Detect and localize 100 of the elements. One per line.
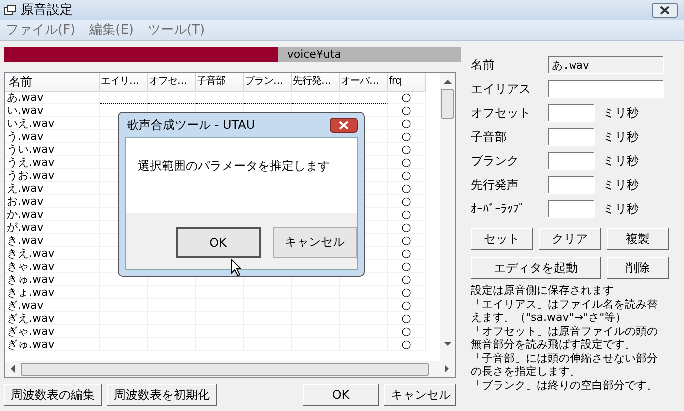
table-cell: ○ [388,247,426,260]
field-label: 名前 [471,56,496,74]
table-cell: ○ [388,143,426,156]
table-cell: ○ [388,169,426,182]
table-row[interactable]: ぎゅ.wav ○ [5,338,440,351]
column-header[interactable]: frq [388,73,426,92]
close-icon[interactable] [652,2,678,18]
field-label: ｵｰﾊﾞｰﾗｯﾌﾟ [471,202,526,216]
column-header[interactable]: オーバ… [340,73,388,92]
unit-label: ミリ秒 [603,152,639,170]
right-arrow-icon[interactable] [445,365,450,373]
help-text: 「オフセット」は原音ファイルの頭の無音部分を読み飛ばす設定です。 [471,325,659,351]
unit-label: ミリ秒 [603,176,639,194]
action-button[interactable]: エディタを起動 [471,257,601,279]
field-label: ブランク [471,152,520,170]
dialog-message: 選択範囲のパラメータを推定します [138,159,330,173]
dialog-button[interactable]: OK [176,227,261,258]
scrollbar-thumb[interactable] [21,362,429,376]
dialog-button[interactable]: キャンセル [272,227,357,258]
dialog-button[interactable]: OK [303,384,379,406]
input-field[interactable] [548,80,664,98]
window-title: 原音設定 [21,2,74,19]
table-cell: ○ [388,182,426,195]
window-icon [4,4,16,16]
action-button[interactable]: 複製 [607,228,669,250]
help-text: 「子音部」には頭の伸縮させない部分の長さを指定します。 [471,352,659,378]
table-row[interactable]: きょ.wav ○ [5,286,440,299]
menu-item[interactable]: ツール(T) [148,21,206,39]
table-cell: うお.wav [5,169,100,182]
table-cell: ○ [388,338,426,351]
table-row[interactable]: ぎ.wav ○ [5,299,440,312]
table-cell: ○ [388,325,426,338]
table-cell: きゃ.wav [5,260,100,273]
menu-item[interactable]: ファイル(F) [6,21,76,39]
table-row[interactable]: ぎゃ.wav ○ [5,325,440,338]
table-cell: いえ.wav [5,117,100,130]
table-cell: ○ [388,117,426,130]
column-header[interactable]: オフセ… [148,73,196,92]
menu-item[interactable]: 編集(E) [90,21,134,39]
table-cell: きえ.wav [5,247,100,260]
column-header[interactable]: 先行発… [292,73,340,92]
input-field[interactable] [548,104,595,122]
field-label: 先行発声 [471,176,520,194]
table-cell: あ.wav [5,91,100,104]
unit-label: ミリ秒 [603,104,639,122]
field-label: オフセット [471,104,532,122]
table-cell: ○ [388,156,426,169]
table-cell: ぎ.wav [5,299,100,312]
table-cell: ○ [388,208,426,221]
field-label: エイリアス [471,80,532,98]
table-cell: き.wav [5,234,100,247]
input-field[interactable] [548,152,595,170]
column-header[interactable]: 子音部 [196,73,244,92]
input-field[interactable] [548,128,595,146]
dialog-title: 歌声合成ツール - UTAU [127,116,256,134]
table-cell: うえ.wav [5,156,100,169]
table-cell: ○ [388,299,426,312]
table-cell: きょ.wav [5,286,100,299]
table-cell: ○ [388,273,426,286]
unit-label: ミリ秒 [603,200,639,218]
action-button[interactable]: 削除 [607,257,669,279]
table-row[interactable]: ぎえ.wav ○ [5,312,440,325]
table-cell: お.wav [5,195,100,208]
help-text: 「エイリアス」はファイル名を読み替えます。（"sa.wav"→"さ"等） [471,298,659,324]
left-arrow-icon[interactable] [10,365,15,373]
path-text: voice¥uta [287,47,342,62]
table-cell: ○ [388,234,426,247]
input-field[interactable] [548,176,595,194]
table-cell: う.wav [5,130,100,143]
column-header[interactable]: 名前 [5,73,100,92]
table-cell: ○ [388,260,426,273]
table-cell: い.wav [5,104,100,117]
action-button[interactable]: セット [471,228,533,250]
column-header[interactable]: ブラン… [244,73,292,92]
table-cell: ○ [388,195,426,208]
field-label: 子音部 [471,128,508,146]
horizontal-scrollbar[interactable] [5,361,455,377]
help-text: 「ブランク」は終りの空白部分です。 [471,379,659,392]
dialog-button[interactable]: 周波数表を初期化 [107,384,217,406]
close-icon[interactable] [330,118,358,132]
table-cell: ○ [388,221,426,234]
down-arrow-icon[interactable] [444,342,452,347]
dialog-button[interactable]: 周波数表の編集 [4,384,102,406]
table-cell: ○ [388,130,426,143]
table-cell: ○ [388,91,426,104]
table-cell: ○ [388,104,426,117]
dialog-button[interactable]: キャンセル [384,384,456,406]
column-header[interactable]: エイリ… [100,73,148,92]
vertical-scrollbar[interactable] [440,73,455,361]
input-field[interactable] [548,200,595,218]
table-row[interactable]: あ.wav ○ [5,91,440,104]
help-text: 設定は原音側に保存されます [471,284,615,297]
table-cell: ○ [388,286,426,299]
table-cell: きゅ.wav [5,273,100,286]
scrollbar-thumb[interactable] [441,89,454,119]
up-arrow-icon[interactable] [444,79,452,84]
action-button[interactable]: クリア [539,228,601,250]
table-cell: か.wav [5,208,100,221]
input-field[interactable]: あ.wav [548,56,664,74]
table-cell: ぎゅ.wav [5,338,100,351]
